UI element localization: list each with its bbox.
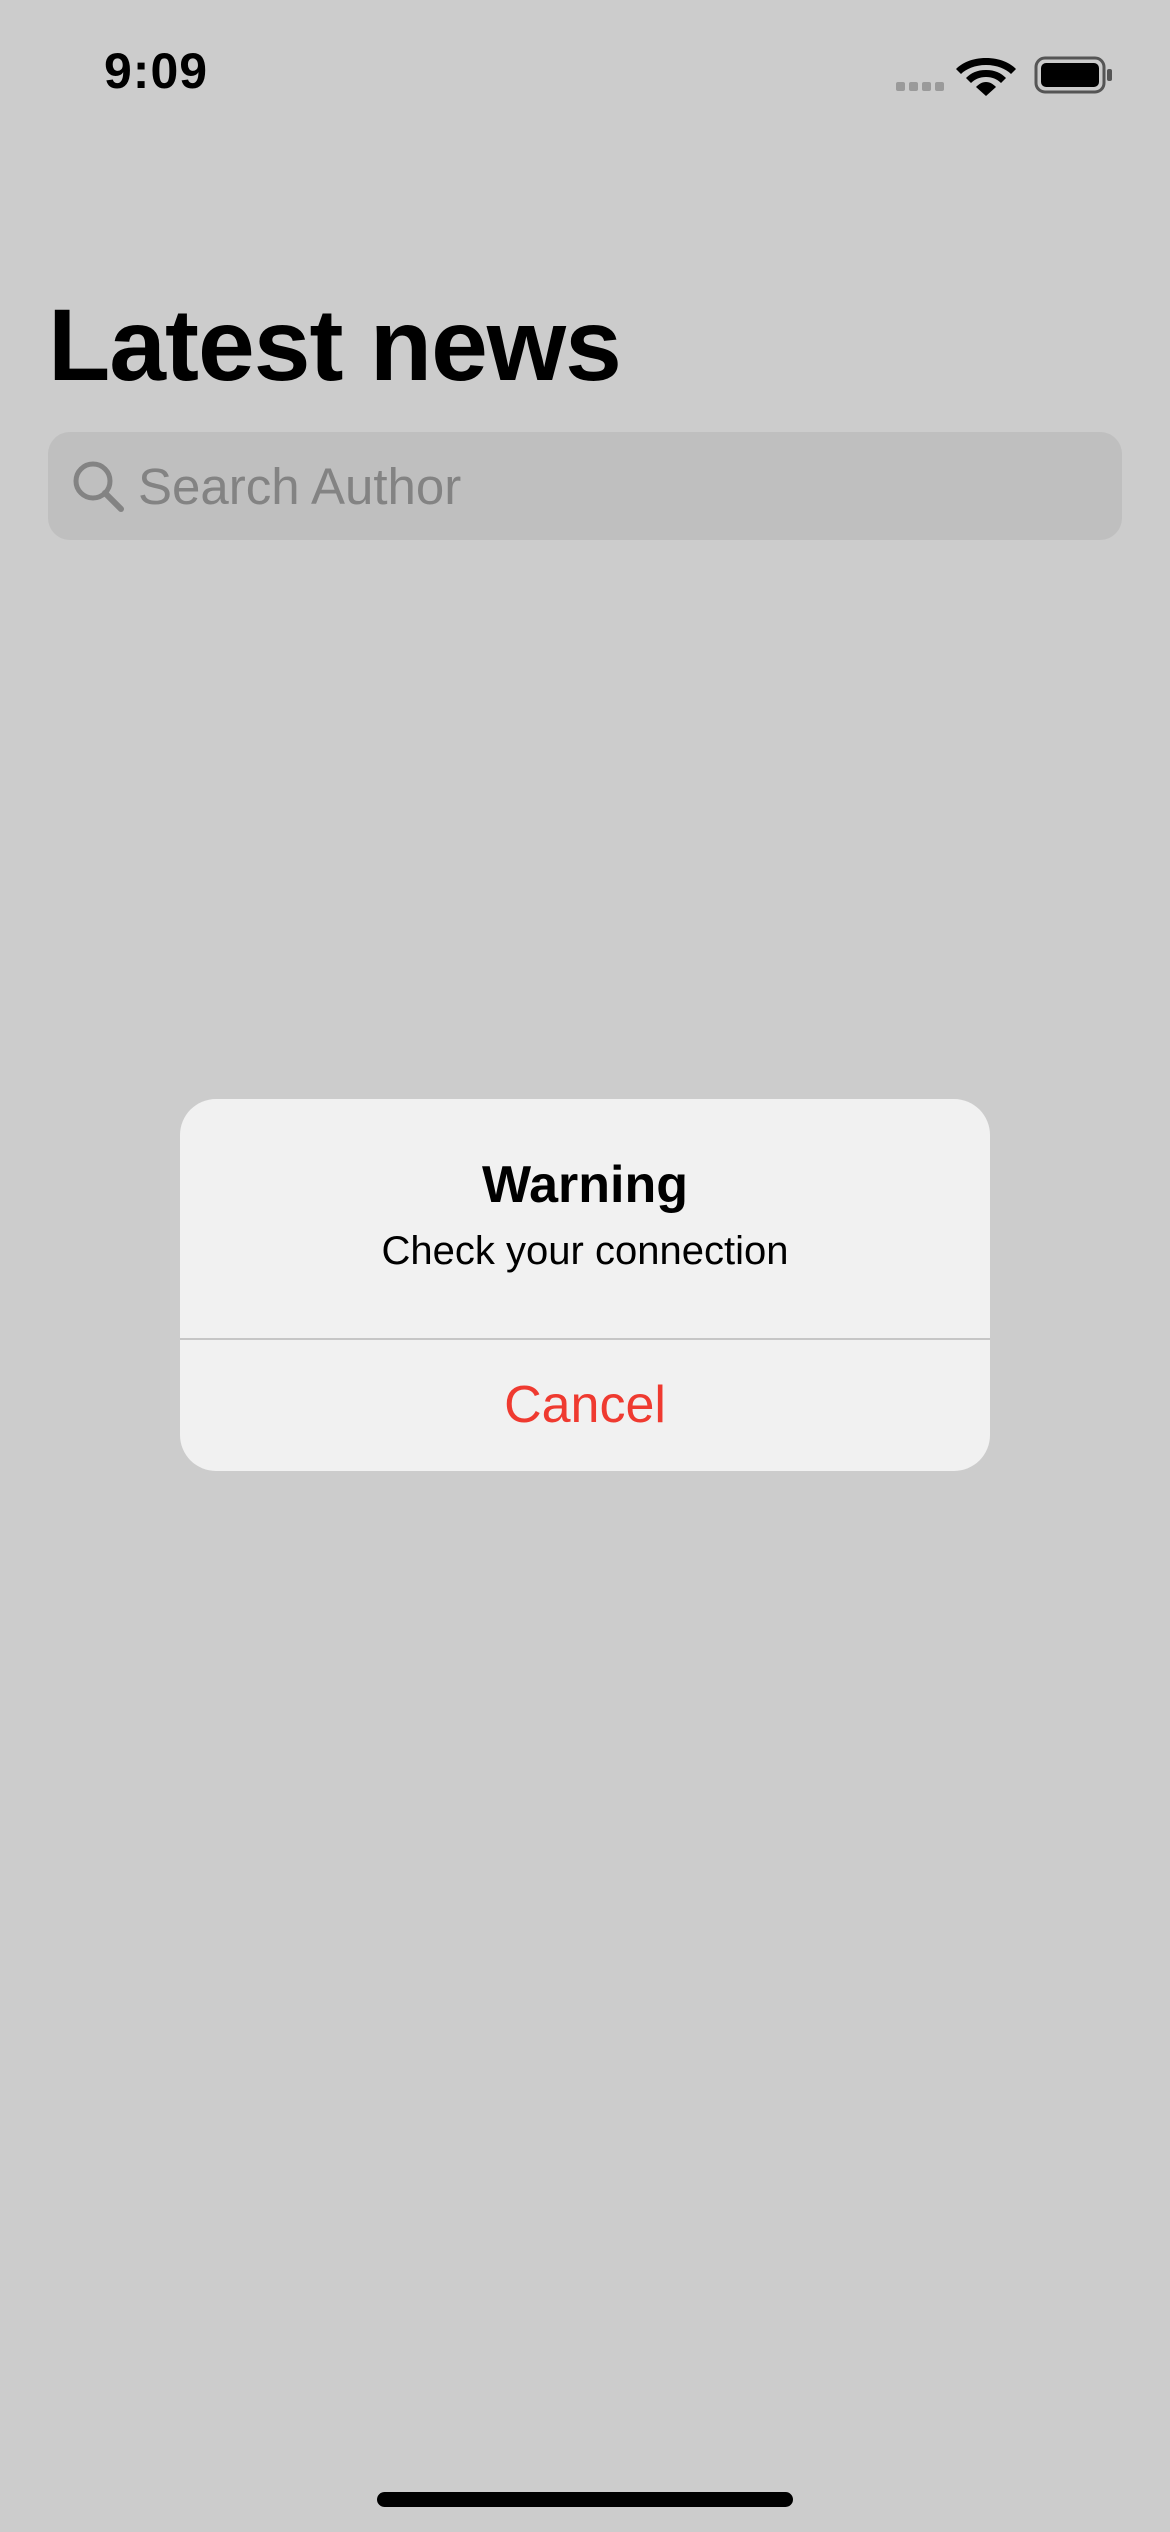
- status-icons: [896, 52, 1116, 98]
- search-icon: [73, 461, 124, 512]
- alert-message: Check your connection: [381, 1229, 789, 1273]
- battery-icon: [1034, 56, 1112, 94]
- alert-dialog: Warning Check your connection Cancel: [180, 1099, 990, 1471]
- home-indicator[interactable]: [377, 2492, 793, 2507]
- status-time: 9:09: [104, 43, 209, 99]
- wifi-icon: [956, 58, 1016, 96]
- cellular-signal-icon: [896, 82, 944, 91]
- page-title: Latest news: [48, 288, 622, 402]
- status-bar: 9:09: [0, 0, 1170, 150]
- search-input[interactable]: [138, 432, 1098, 540]
- cancel-button[interactable]: Cancel: [180, 1340, 990, 1471]
- search-bar[interactable]: [48, 432, 1122, 540]
- alert-title: Warning: [481, 1156, 689, 1214]
